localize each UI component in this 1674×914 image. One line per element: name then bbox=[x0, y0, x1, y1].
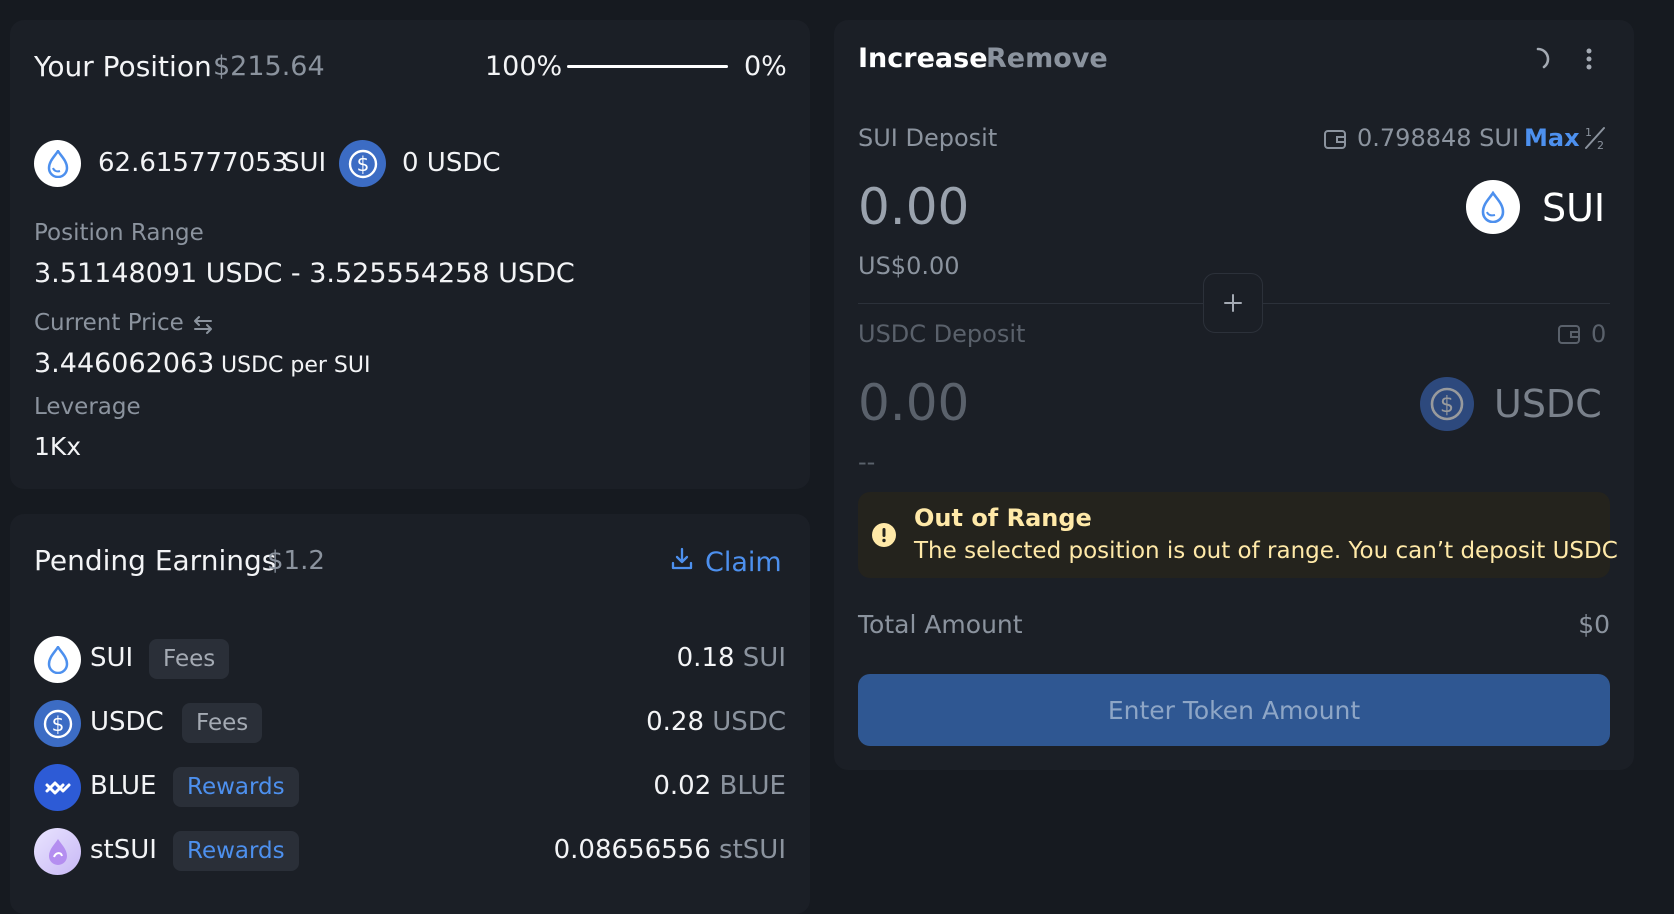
token-b-amount: 0 USDC bbox=[402, 148, 501, 178]
earning-amount: 0.02 BLUE bbox=[653, 771, 786, 801]
wallet-icon bbox=[1556, 321, 1582, 347]
sui-balance: 0.798848 SUI bbox=[1357, 124, 1520, 152]
wallet-icon bbox=[1322, 126, 1348, 152]
tab-remove[interactable]: Remove bbox=[986, 43, 1108, 74]
earning-amount: 0.08656556 stSUI bbox=[554, 835, 786, 865]
earning-symbol: USDC bbox=[90, 707, 164, 737]
usdc-deposit-label: USDC Deposit bbox=[858, 320, 1026, 348]
ratio-right-label: 0% bbox=[744, 51, 787, 82]
usdc-token-symbol: USDC bbox=[1494, 382, 1602, 426]
earning-value: 0.18 bbox=[676, 643, 735, 673]
usdc-icon: $ bbox=[1420, 377, 1474, 431]
sui-token-symbol: SUI bbox=[1542, 186, 1606, 230]
claim-label: Claim bbox=[705, 546, 782, 578]
max-button[interactable]: Max bbox=[1524, 124, 1580, 152]
sui-icon bbox=[34, 140, 81, 187]
out-of-range-alert: Out of Range The selected position is ou… bbox=[858, 492, 1618, 578]
ratio-left-label: 100% bbox=[485, 51, 563, 82]
earning-symbol: SUI bbox=[90, 643, 134, 673]
position-title: Your Position bbox=[34, 50, 212, 83]
list-item: BLUE Rewards 0.02 BLUE bbox=[34, 762, 786, 812]
fees-badge: Fees bbox=[149, 639, 230, 679]
total-amount-value: $0 bbox=[1578, 610, 1610, 639]
sui-deposit-label: SUI Deposit bbox=[858, 124, 998, 152]
earning-value: 0.02 bbox=[653, 771, 712, 801]
token-a-symbol: SUI bbox=[283, 148, 327, 178]
half-icon[interactable]: 12 bbox=[1582, 124, 1608, 152]
price-label: Current Price bbox=[34, 310, 184, 336]
svg-text:$: $ bbox=[51, 712, 64, 736]
list-item: stSUI Rewards 0.08656556 stSUI bbox=[34, 826, 786, 876]
fees-badge: Fees bbox=[182, 703, 263, 743]
warning-title: Out of Range bbox=[914, 504, 1092, 532]
rewards-badge: Rewards bbox=[173, 767, 299, 807]
sui-amount-input[interactable]: 0.00 bbox=[858, 178, 969, 236]
range-value: 3.51148091 USDC - 3.525554258 USDC bbox=[34, 258, 575, 289]
loading-spinner-icon bbox=[1525, 46, 1551, 72]
svg-text:2: 2 bbox=[1597, 139, 1604, 152]
earning-unit: stSUI bbox=[719, 835, 786, 865]
earning-unit: BLUE bbox=[719, 771, 787, 801]
earning-symbol: stSUI bbox=[90, 835, 157, 865]
leverage-label: Leverage bbox=[34, 394, 141, 420]
warning-text: The selected position is out of range. Y… bbox=[914, 538, 1618, 564]
download-icon bbox=[669, 546, 695, 579]
earning-value: 0.08656556 bbox=[553, 835, 711, 865]
earning-symbol: BLUE bbox=[90, 771, 157, 801]
earnings-value: $1.2 bbox=[267, 546, 325, 576]
claim-button[interactable]: Claim bbox=[669, 544, 782, 580]
position-card: Your Position $215.64 100% 0% 62.6157770… bbox=[10, 20, 810, 489]
earning-amount: 0.18 SUI bbox=[677, 643, 786, 673]
total-amount-label: Total Amount bbox=[858, 610, 1023, 639]
more-options-icon[interactable] bbox=[1578, 46, 1600, 74]
warning-icon bbox=[872, 523, 896, 547]
earning-value: 0.28 bbox=[646, 707, 705, 737]
sui-icon bbox=[1466, 180, 1520, 234]
ratio-bar-fill bbox=[567, 65, 728, 68]
price-unit: USDC per SUI bbox=[221, 353, 371, 378]
position-value: $215.64 bbox=[213, 51, 325, 82]
usdc-balance: 0 bbox=[1591, 320, 1607, 348]
ratio-bar bbox=[567, 65, 728, 68]
enter-token-amount-button[interactable]: Enter Token Amount bbox=[858, 674, 1610, 746]
price-value: 3.446062063 bbox=[34, 348, 215, 379]
usdc-amount-input[interactable]: 0.00 bbox=[858, 374, 969, 432]
earning-amount: 0.28 USDC bbox=[646, 707, 786, 737]
leverage-value: 1Kx bbox=[34, 432, 82, 461]
range-label: Position Range bbox=[34, 220, 204, 246]
stsui-icon bbox=[34, 828, 81, 875]
svg-text:$: $ bbox=[1440, 393, 1454, 418]
token-a-amount: 62.615777053 bbox=[98, 148, 289, 178]
earnings-card: Pending Earnings $1.2 Claim SUI Fees 0.1… bbox=[10, 514, 810, 914]
sui-icon bbox=[34, 636, 81, 683]
usdc-icon: $ bbox=[34, 700, 81, 747]
earning-unit: USDC bbox=[712, 707, 786, 737]
tab-increase[interactable]: Increase bbox=[858, 43, 988, 74]
blue-icon bbox=[34, 764, 81, 811]
earnings-title: Pending Earnings bbox=[34, 544, 277, 577]
earning-unit: SUI bbox=[742, 643, 786, 673]
svg-text:$: $ bbox=[356, 152, 369, 176]
plus-icon bbox=[1203, 273, 1263, 333]
list-item: SUI Fees 0.18 SUI bbox=[34, 634, 786, 684]
usdc-icon: $ bbox=[339, 140, 386, 187]
sui-usd-value: US$0.00 bbox=[858, 252, 960, 280]
svg-text:1: 1 bbox=[1585, 126, 1592, 139]
usdc-usd-value: -- bbox=[858, 448, 876, 476]
list-item: $ USDC Fees 0.28 USDC bbox=[34, 698, 786, 748]
rewards-badge: Rewards bbox=[173, 831, 299, 871]
swap-arrows-icon[interactable] bbox=[190, 312, 216, 338]
